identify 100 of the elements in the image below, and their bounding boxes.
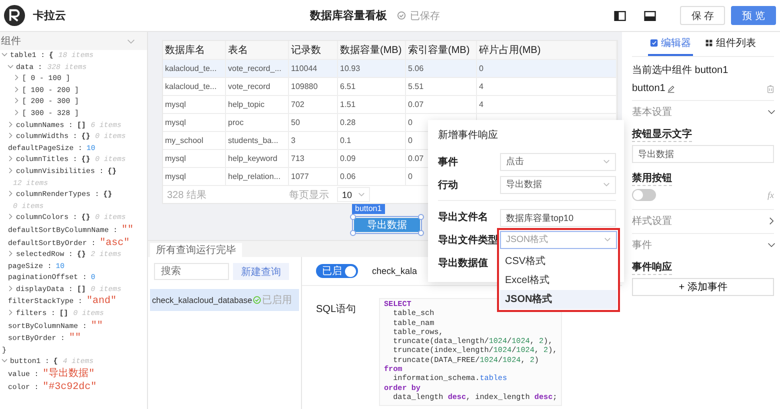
field-label: 导出文件名 — [438, 210, 489, 224]
table-cell: 4 — [479, 82, 484, 91]
query-name: check_kalacloud_database — [152, 295, 252, 305]
table-cell: help_topic — [228, 100, 264, 109]
tree-value: "" — [68, 333, 81, 344]
table-cell: students_ba... — [228, 136, 278, 145]
table-cell: 4 — [479, 100, 484, 109]
table-cell: 0.07 — [408, 100, 424, 109]
table-cell: 702 — [291, 100, 304, 109]
table-cell: 0.06 — [340, 172, 356, 181]
query-title: check_kala — [372, 266, 418, 276]
chevron-icon[interactable] — [768, 110, 776, 114]
field-label: 按钮显示文字 — [632, 127, 692, 142]
caret-icon — [604, 237, 611, 242]
add-event-button[interactable]: + 添加事件 — [632, 278, 774, 296]
delete-icon[interactable] — [767, 84, 774, 92]
table-cell: 5.51 — [408, 82, 424, 91]
saved-icon — [397, 11, 406, 20]
field-label: 行动 — [438, 178, 459, 192]
table-cell: 0.09 — [340, 154, 356, 163]
field-label: 事件响应 — [632, 260, 672, 275]
table-cell: help_keyword — [228, 154, 278, 163]
select-field[interactable]: 导出数据 — [500, 176, 616, 194]
header-button[interactable]: 保 存 — [680, 6, 726, 25]
table-cell: 0 — [408, 172, 412, 181]
table-cell: kalacloud_te... — [165, 82, 217, 91]
table-cell: 1.51 — [340, 100, 356, 109]
app-name: 卡拉云 — [33, 8, 66, 23]
pencil-icon[interactable] — [667, 84, 676, 92]
dropdown-option[interactable]: JSON格式 — [500, 290, 617, 308]
check-circle-icon — [253, 296, 262, 304]
column-header: 表名 — [228, 45, 248, 56]
column-header: 碎片占用(MB) — [479, 45, 541, 56]
table-cell: 0 — [408, 136, 412, 145]
tree-value: "导出数据" — [42, 369, 95, 380]
column-header: 数据容量(MB) — [340, 45, 402, 56]
field-label: 事件 — [438, 156, 459, 168]
bottom-panel-layout-icon[interactable] — [644, 10, 656, 20]
panel-title: 组件 — [1, 35, 21, 48]
table-cell: 50 — [291, 118, 300, 127]
table-cell: vote_record — [228, 82, 270, 91]
table-cell: 0 — [479, 64, 484, 73]
header-button[interactable]: 预 览 — [731, 6, 776, 25]
selected-component-label: 当前选中组件 button1 — [632, 64, 730, 77]
table-cell: 1077 — [291, 172, 309, 181]
section-title[interactable]: 基本设置 — [632, 105, 672, 119]
select-field[interactable]: 点击 — [500, 152, 616, 170]
panel-tab[interactable]: 编辑器 — [648, 32, 693, 56]
dialog-title: 新增事件响应 — [438, 128, 499, 142]
table-cell: my_school — [165, 136, 204, 145]
caret-icon — [603, 182, 610, 187]
table-cell: 713 — [291, 154, 304, 163]
section-title[interactable]: 样式设置 — [632, 214, 672, 228]
table-cell: 0.1 — [340, 136, 352, 145]
table-cell: 0.07 — [408, 154, 424, 163]
panel-tab[interactable]: 组件列表 — [703, 32, 758, 56]
left-panel-layout-icon[interactable] — [614, 10, 626, 20]
table-cell: mysql — [165, 118, 186, 127]
logo-icon — [4, 5, 25, 26]
tree-value: "" — [121, 224, 134, 236]
dropdown-option[interactable]: Excel格式 — [500, 270, 617, 290]
field-label: 禁用按钮 — [632, 171, 672, 186]
field-label: 导出文件类型 — [438, 234, 499, 246]
table-cell: mysql — [165, 154, 186, 163]
result-count: 328 结果 — [167, 188, 208, 202]
column-header: 数据库名 — [165, 45, 205, 56]
status-tab[interactable]: 所有查询运行完毕 — [150, 243, 242, 257]
enable-toggle[interactable]: 已启 — [316, 264, 358, 278]
table-cell: mysql — [165, 172, 186, 181]
caret-icon — [358, 192, 366, 197]
table-cell: kalacloud_te... — [165, 64, 217, 73]
page-title: 数据库容量看板 — [310, 8, 387, 23]
table-cell: 6.51 — [340, 82, 356, 91]
table-cell: 10.93 — [340, 64, 360, 73]
input-field[interactable]: 数据库容量top10 — [500, 209, 616, 227]
dropdown-option[interactable]: CSV格式 — [500, 252, 617, 270]
edit-icon — [650, 39, 658, 47]
column-header: 记录数 — [291, 45, 321, 56]
save-status: 已保存 — [410, 10, 440, 22]
text-field[interactable]: 导出数据 — [632, 145, 774, 163]
tree-value: "asc" — [100, 238, 130, 248]
caret-icon — [603, 159, 610, 164]
section-title[interactable]: 事件 — [632, 238, 652, 252]
column-header: 索引容量(MB) — [408, 45, 470, 56]
query-status: 已启用 — [262, 294, 292, 307]
search-field[interactable]: 搜索 — [154, 263, 229, 280]
disable-toggle[interactable] — [632, 189, 656, 201]
page-size-select[interactable]: 10 — [337, 187, 370, 202]
table-cell: 5.06 — [408, 64, 424, 73]
table-cell: mysql — [165, 100, 186, 109]
component-tag: button1 — [352, 204, 385, 214]
chevron-icon[interactable] — [769, 217, 774, 225]
chevron-icon[interactable] — [768, 242, 776, 248]
table-cell: proc — [228, 118, 244, 127]
new-query-button[interactable]: 新建查询 — [233, 263, 289, 280]
field-label: SQL语句 — [316, 303, 358, 316]
table-cell: help_relation... — [228, 172, 280, 181]
page-size-label: 每页显示 — [289, 188, 329, 202]
query-item[interactable]: check_kalacloud_database 已启用 — [150, 289, 299, 311]
table-cell: 0.28 — [340, 118, 356, 127]
